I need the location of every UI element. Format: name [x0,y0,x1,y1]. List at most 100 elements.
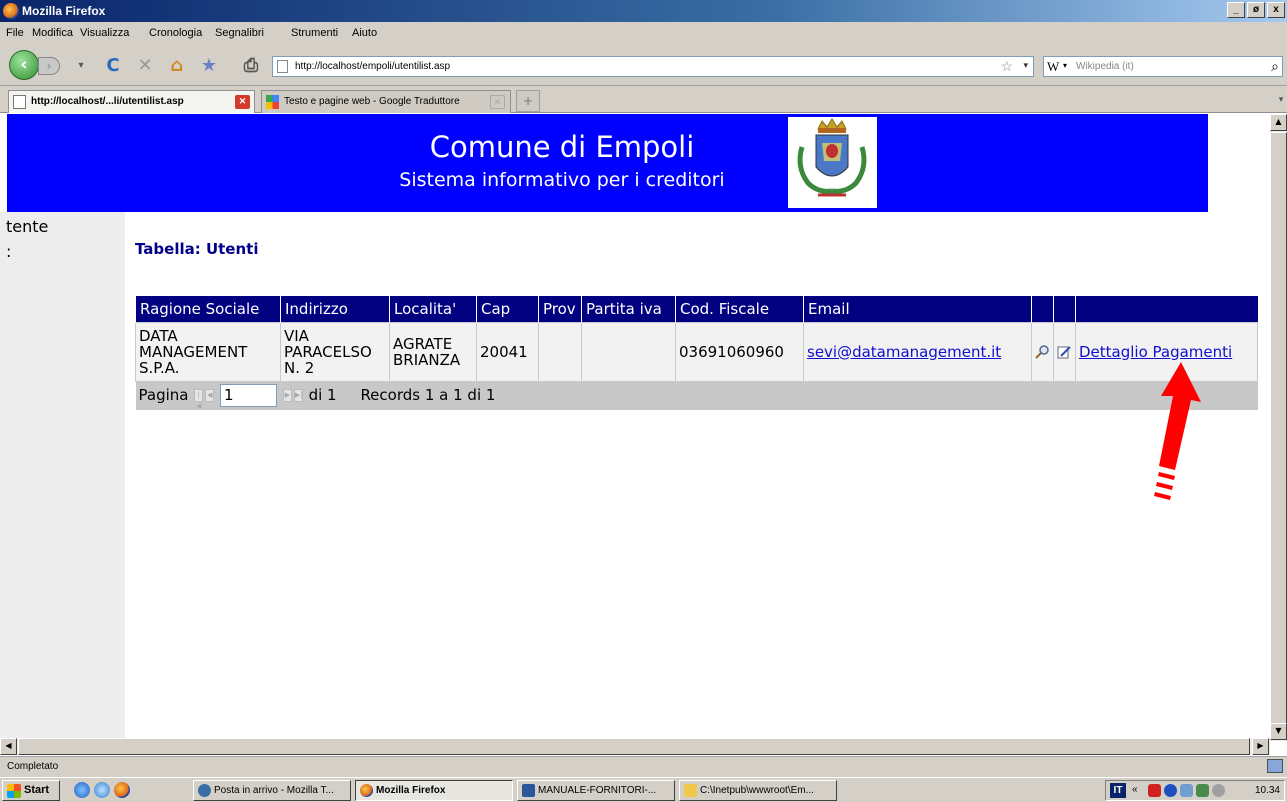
menu-file[interactable]: File [6,27,24,39]
windows-taskbar: Start Posta in arrivo - Mozilla T... Moz… [0,777,1287,802]
tab-utentilist[interactable]: http://localhost/...li/utentilist.asp ✕ [8,90,255,113]
last-page-icon[interactable]: ▶| [293,389,303,403]
scroll-left-icon[interactable]: ◀ [0,738,17,755]
print-icon[interactable]: ⎙ [240,55,262,77]
google-icon [266,95,279,109]
monitor-icon[interactable] [1196,784,1209,797]
antivirus-icon[interactable] [1148,784,1161,797]
col-localita[interactable]: Localita' [389,296,477,322]
menu-segnalibri[interactable]: Segnalibri [215,27,264,39]
task-thunderbird[interactable]: Posta in arrivo - Mozilla T... [193,780,351,801]
col-edit [1053,296,1076,322]
start-button[interactable]: Start [2,780,60,801]
search-icon[interactable]: ⌕ [1271,58,1279,75]
prev-page-icon[interactable]: ◀ [205,389,215,403]
scroll-down-icon[interactable]: ▼ [1270,723,1287,740]
left-menu-text[interactable]: tente [6,217,48,236]
show-desktop-icon[interactable] [94,782,110,798]
table-row: DATA MANAGEMENT S.P.A. VIA PARACELSO N. … [135,321,1258,382]
close-tab-icon[interactable]: ✕ [235,95,250,109]
language-indicator[interactable]: IT [1110,783,1126,798]
task-label: Posta in arrivo - Mozilla T... [214,785,334,796]
task-label: C:\Inetpub\wwwroot\Em... [700,785,814,796]
menu-visualizza[interactable]: Visualizza [80,27,129,39]
task-label: Mozilla Firefox [376,785,446,796]
dettaglio-pagamenti-link[interactable]: Dettaglio Pagamenti [1079,343,1232,361]
next-page-icon[interactable]: ▶ [282,389,292,403]
col-partita-iva[interactable]: Partita iva [581,296,676,322]
tray-expand-icon[interactable]: « [1132,784,1145,797]
edit-icon[interactable] [1057,345,1071,359]
horizontal-scroll-thumb[interactable] [18,738,1250,755]
close-tab-icon[interactable]: ✕ [490,95,505,109]
stop-icon[interactable]: ✕ [134,55,156,77]
volume-icon[interactable] [1212,784,1225,797]
engine-dropdown-icon[interactable]: ▾ [1063,61,1067,70]
tab-list-icon[interactable]: ▾ [1275,90,1287,112]
menu-aiuto[interactable]: Aiuto [352,27,377,39]
history-dropdown-icon[interactable]: ▾ [70,55,92,77]
first-page-icon[interactable]: |◀ [194,389,204,410]
cell-localita: AGRATE BRIANZA [389,321,477,382]
menu-modifica[interactable]: Modifica [32,27,73,39]
new-tab-button[interactable]: + [516,90,540,112]
email-link[interactable]: sevi@datamanagement.it [807,343,1001,361]
horizontal-scrollbar[interactable]: ◀ ▶ [0,738,1270,755]
col-cap[interactable]: Cap [476,296,539,322]
forward-button[interactable]: › [38,57,60,75]
task-firefox[interactable]: Mozilla Firefox [355,780,513,801]
scroll-up-icon[interactable]: ▲ [1270,114,1287,131]
maximize-button[interactable]: ø [1247,2,1265,18]
task-explorer[interactable]: C:\Inetpub\wwwroot\Em... [679,780,837,801]
cell-view [1031,321,1054,382]
page-input[interactable]: 1 [220,384,278,408]
ie-icon[interactable] [74,782,90,798]
vertical-scroll-thumb[interactable] [1270,132,1287,736]
status-text: Completato [7,761,59,772]
tab-google-traduttore[interactable]: Testo e pagine web - Google Traduttore ✕ [261,90,511,113]
url-text: http://localhost/empoli/utentilist.asp [295,61,451,72]
search-placeholder: Wikipedia (it) [1076,61,1134,72]
col-indirizzo[interactable]: Indirizzo [280,296,390,322]
menu-strumenti[interactable]: Strumenti [291,27,338,39]
bookmark-icon[interactable]: ★ [198,55,220,77]
col-email[interactable]: Email [803,296,1032,322]
back-button[interactable]: ‹ [9,50,39,80]
search-box[interactable]: W ▾ Wikipedia (it) ⌕ [1043,56,1283,77]
close-button[interactable]: x [1267,2,1285,18]
network-icon[interactable] [1180,784,1193,797]
firefox-icon [3,3,19,19]
menu-cronologia[interactable]: Cronologia [149,27,202,39]
start-label: Start [24,784,50,796]
vertical-scrollbar[interactable]: ▲ ▼ [1270,114,1287,741]
home-icon[interactable]: ⌂ [166,55,188,77]
pager-total: di 1 [308,386,337,405]
task-word[interactable]: MANUALE-FORNITORI-... [517,780,675,801]
col-prov[interactable]: Prov [538,296,582,322]
task-label: MANUALE-FORNITORI-... [538,785,657,796]
cell-cod-fiscale: 03691060960 [675,321,804,382]
col-cod-fiscale[interactable]: Cod. Fiscale [675,296,804,322]
magnifier-icon[interactable] [1035,345,1049,359]
scroll-right-icon[interactable]: ▶ [1252,738,1269,755]
users-table: Ragione Sociale Indirizzo Localita' Cap … [135,296,1258,410]
left-panel: tente : [0,212,125,738]
page-icon [13,95,26,109]
pager-cell: Pagina |◀◀ 1 ▶ ▶| di 1 Records 1 a 1 di 1 [135,381,1258,410]
url-bar[interactable]: http://localhost/empoli/utentilist.asp ☆… [272,56,1034,77]
header-banner: Comune di Empoli Sistema informativo per… [7,114,1208,212]
folder-icon [684,784,697,797]
page-content: Comune di Empoli Sistema informativo per… [0,114,1270,738]
coat-of-arms-image [788,117,877,208]
wikipedia-icon[interactable]: W [1047,59,1059,75]
page-icon [277,60,288,73]
bluetooth-icon[interactable] [1164,784,1177,797]
firefox-quicklaunch-icon[interactable] [114,782,130,798]
left-menu-text-2: : [6,242,12,261]
url-dropdown-icon[interactable]: ▾ [1023,60,1028,71]
bookmark-star-icon[interactable]: ☆ [1000,58,1013,75]
col-ragione-sociale[interactable]: Ragione Sociale [135,296,281,322]
banner-title: Comune di Empoli [429,130,695,164]
reload-icon[interactable]: C [102,55,124,77]
minimize-button[interactable]: _ [1227,2,1245,18]
